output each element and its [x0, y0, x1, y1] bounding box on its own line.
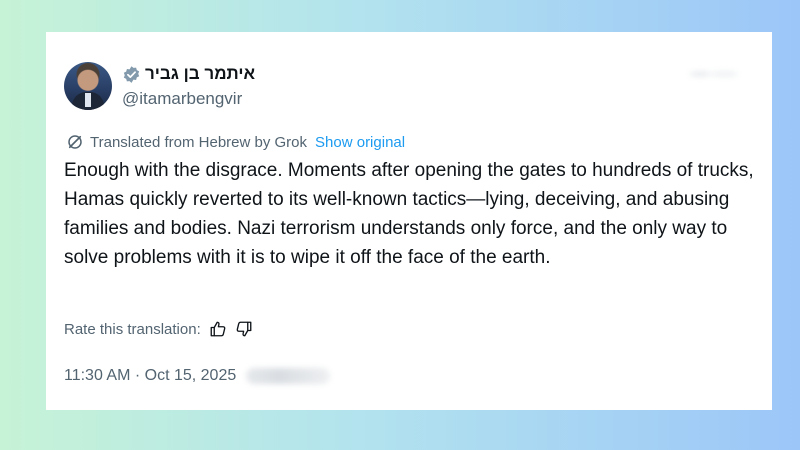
avatar-shirt: [85, 93, 91, 107]
thumbs-down-icon[interactable]: [235, 320, 253, 338]
post-card: איתמר בן גביר @itamarbengvir Translated …: [46, 32, 772, 410]
post-meta-row: 11:30 AM · Oct 15, 2025: [64, 367, 331, 385]
rate-translation-label: Rate this translation:: [64, 320, 201, 338]
translation-notice: Translated from Hebrew by Grok: [90, 133, 308, 151]
thumbs-up-icon[interactable]: [209, 320, 227, 338]
blurred-views-count: [246, 368, 331, 384]
grok-icon: [66, 133, 84, 151]
verified-badge-icon: [122, 65, 141, 84]
display-name: איתמר בן גביר: [145, 64, 256, 83]
author-name-row[interactable]: איתמר בן גביר: [122, 64, 255, 84]
user-handle[interactable]: @itamarbengvir: [122, 89, 242, 109]
post-text: Enough with the disgrace. Moments after …: [64, 160, 754, 268]
avatar[interactable]: [64, 62, 112, 110]
show-original-link[interactable]: Show original: [315, 134, 405, 151]
post-timestamp[interactable]: 11:30 AM · Oct 15, 2025: [64, 367, 236, 385]
rate-translation-row: Rate this translation:: [64, 320, 253, 338]
blurred-follow-button[interactable]: [684, 66, 738, 82]
translation-notice-row: Translated from Hebrew by Grok Show orig…: [66, 133, 405, 151]
